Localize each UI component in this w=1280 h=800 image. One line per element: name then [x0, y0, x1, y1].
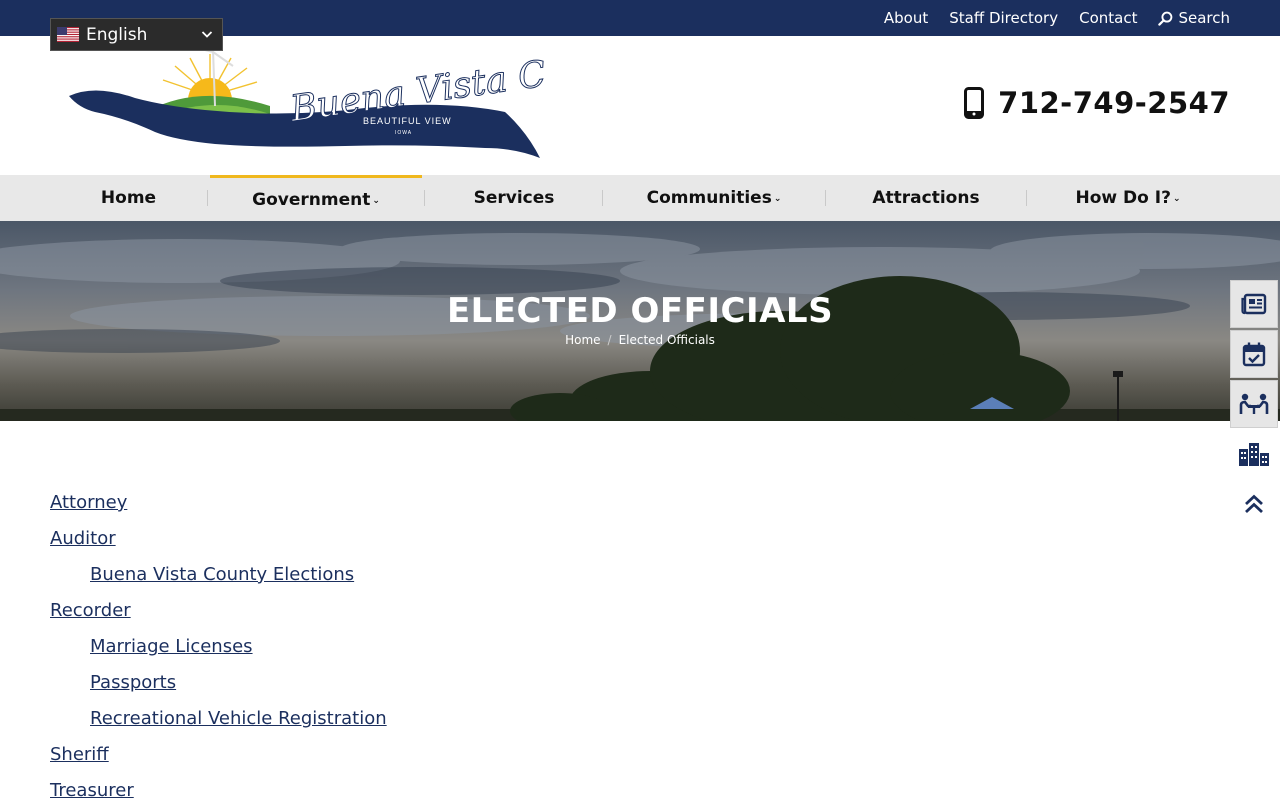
link-auditor[interactable]: Auditor: [50, 526, 1150, 562]
phone-number: 712-749-2547: [998, 86, 1230, 120]
breadcrumb-current: Elected Officials: [618, 333, 715, 347]
nav-government[interactable]: Government ⌄: [210, 175, 422, 221]
language-select[interactable]: English: [50, 18, 223, 51]
search-link[interactable]: Search: [1158, 9, 1230, 27]
link-recorder[interactable]: Recorder: [50, 598, 1150, 634]
about-link[interactable]: About: [884, 9, 928, 27]
nav-divider: [825, 190, 826, 206]
meeting-icon: [1239, 393, 1269, 414]
news-icon: [1241, 293, 1267, 315]
chevron-down-icon: ⌄: [1172, 194, 1181, 204]
link-treasurer[interactable]: Treasurer: [50, 778, 1150, 800]
nav-services[interactable]: Services: [426, 175, 602, 221]
phone-contact[interactable]: 712-749-2547: [964, 86, 1230, 120]
link-rv-registration[interactable]: Recreational Vehicle Registration: [50, 706, 1150, 742]
nav-attractions-label: Attractions: [872, 188, 980, 208]
contact-link[interactable]: Contact: [1079, 9, 1137, 27]
breadcrumb-separator: /: [607, 333, 612, 347]
nav-divider: [602, 190, 603, 206]
nav-home-label: Home: [100, 188, 157, 208]
nav-divider: [424, 190, 425, 206]
nav-communities[interactable]: Communities ⌄: [604, 175, 824, 221]
departments-button[interactable]: [1230, 430, 1278, 478]
scroll-top-button[interactable]: [1230, 480, 1278, 528]
breadcrumb-home[interactable]: Home: [565, 333, 600, 347]
search-icon: [1158, 11, 1173, 26]
chevron-down-icon: ⌄: [773, 194, 782, 204]
main-nav: Home Government ⌄ Services Communities ⌄ A…: [0, 175, 1280, 221]
nav-how-do-i[interactable]: How Do I? ⌄: [1028, 175, 1228, 221]
county-logo[interactable]: Buena Vista County BEAUTIFUL VIEW IOWA: [65, 48, 545, 163]
logo-state: IOWA: [395, 130, 412, 136]
link-attorney[interactable]: Attorney: [50, 490, 1150, 526]
language-label: English: [86, 24, 148, 45]
buildings-icon: [1239, 443, 1269, 466]
calendar-button[interactable]: [1230, 330, 1278, 378]
link-sheriff[interactable]: Sheriff: [50, 742, 1150, 778]
nav-divider: [207, 190, 208, 206]
meetings-button[interactable]: [1230, 380, 1278, 428]
elected-officials-list: Attorney Auditor Buena Vista County Elec…: [50, 490, 1150, 800]
news-button[interactable]: [1230, 280, 1278, 328]
double-chevron-up-icon: [1245, 494, 1263, 514]
side-toolbar: [1230, 280, 1278, 530]
link-passports[interactable]: Passports: [50, 670, 1150, 706]
chevron-down-icon: ⌄: [372, 195, 380, 206]
nav-government-label: Government: [252, 189, 371, 210]
nav-home[interactable]: Home: [60, 175, 197, 221]
logo-tagline: BEAUTIFUL VIEW: [363, 116, 452, 126]
calendar-icon: [1242, 342, 1266, 367]
mobile-phone-icon: [964, 87, 985, 119]
link-marriage-licenses[interactable]: Marriage Licenses: [50, 634, 1150, 670]
staff-directory-link[interactable]: Staff Directory: [949, 9, 1058, 27]
search-label: Search: [1178, 9, 1230, 27]
breadcrumb: Home / Elected Officials: [0, 333, 1280, 347]
nav-attractions[interactable]: Attractions: [827, 175, 1025, 221]
nav-communities-label: Communities: [646, 188, 772, 208]
us-flag-icon: [57, 27, 79, 42]
hero-banner: ELECTED OFFICIALS Home / Elected Officials: [0, 221, 1280, 421]
nav-divider: [1026, 190, 1027, 206]
top-links: About Staff Directory Contact Search: [863, 0, 1230, 36]
chevron-down-icon: [201, 31, 213, 38]
nav-services-label: Services: [473, 188, 555, 208]
site-header: Buena Vista County BEAUTIFUL VIEW IOWA 7…: [0, 36, 1280, 175]
nav-how-do-i-label: How Do I?: [1075, 188, 1171, 208]
page-title: ELECTED OFFICIALS: [446, 291, 834, 331]
link-elections[interactable]: Buena Vista County Elections: [50, 562, 1150, 598]
